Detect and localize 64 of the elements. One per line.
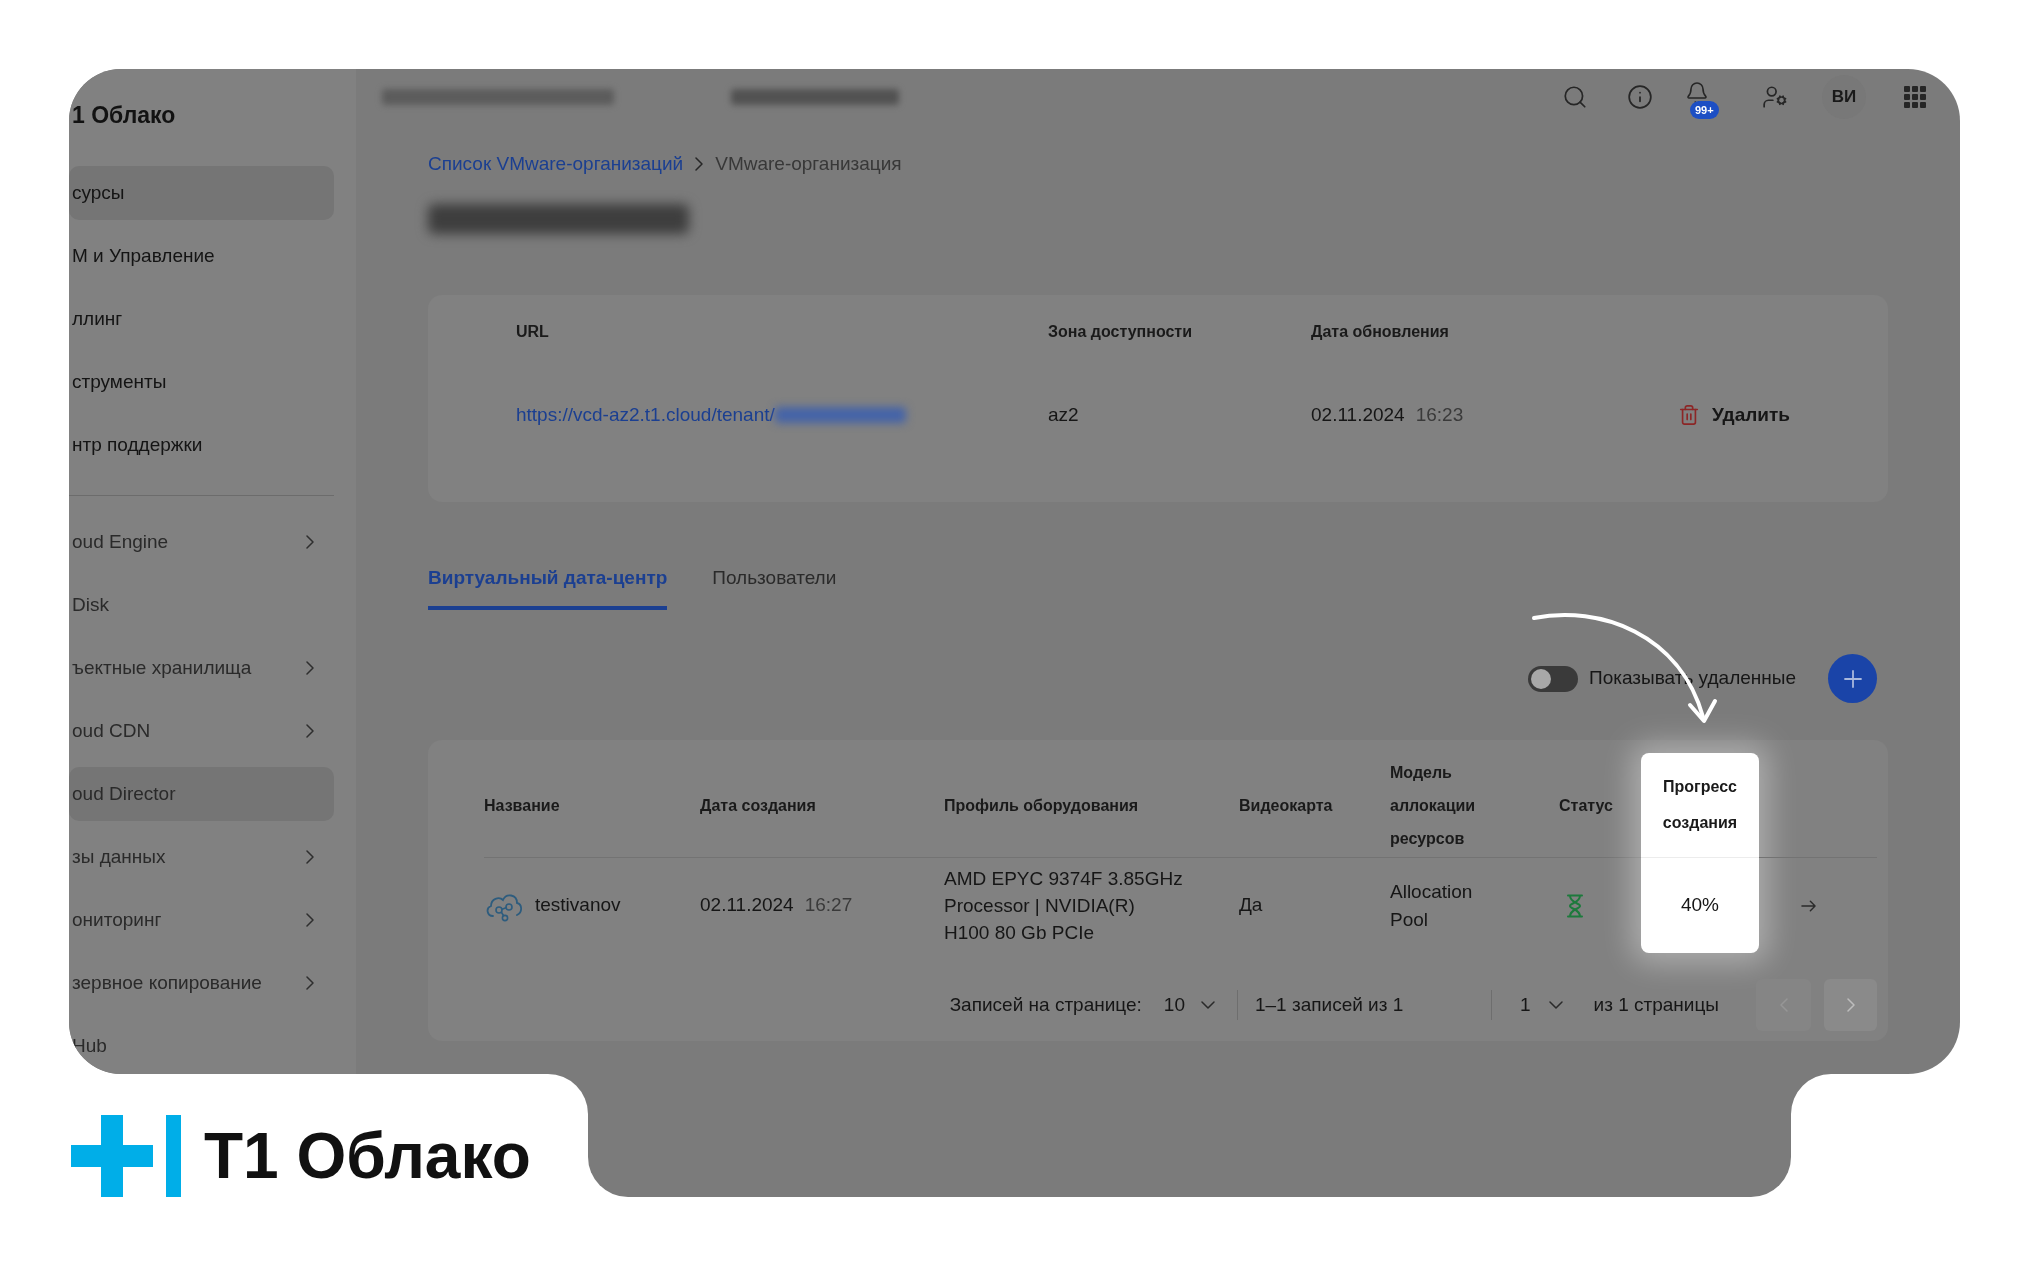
updated-date: 02.11.2024 xyxy=(1311,402,1405,427)
sidebar-title: 1 Облако xyxy=(71,101,177,130)
records-range: 1–1 записей из 1 xyxy=(1255,992,1404,1017)
info-icon xyxy=(1627,84,1653,110)
per-page-select[interactable]: 10 xyxy=(1163,990,1215,1020)
vdc-name: testivanov xyxy=(535,893,621,918)
tab[interactable]: Пользователи xyxy=(712,565,837,610)
per-page-label: Записей на странице: xyxy=(949,992,1142,1017)
column-header: Статус xyxy=(1559,795,1613,816)
arrow-right-icon[interactable] xyxy=(1801,899,1816,912)
chevron-down-icon xyxy=(1548,1001,1563,1009)
sidebar-item[interactable]: струменты xyxy=(69,355,334,409)
progress-value: 40% xyxy=(1681,893,1719,918)
chevron-down-icon xyxy=(1201,1001,1215,1009)
user-gear-icon xyxy=(1762,84,1788,110)
add-button[interactable] xyxy=(1828,654,1877,703)
sidebar-item[interactable]: oud CDN xyxy=(69,704,334,758)
sidebar-item[interactable]: oud Engine xyxy=(69,515,334,569)
sidebar-item[interactable]: М и Управление xyxy=(69,229,334,283)
toggle-switch[interactable] xyxy=(1528,665,1579,692)
sidebar-item[interactable]: ъектные хранилища xyxy=(69,641,334,695)
notifications-button[interactable]: 99+ xyxy=(1675,75,1719,119)
column-header: Прогресс создания xyxy=(1661,777,1739,833)
column-header: Профиль оборудования xyxy=(944,795,1139,816)
plus-icon xyxy=(1843,669,1862,688)
created-date: 02.11.2024 xyxy=(700,893,794,918)
search-icon xyxy=(1562,84,1588,110)
updated-time: 16:23 xyxy=(1415,402,1464,427)
sidebar-item[interactable]: ониторинг xyxy=(69,893,334,947)
sidebar-item[interactable]: ллинг xyxy=(69,292,334,346)
breadcrumb-current: VMware-организация xyxy=(715,151,902,176)
tab[interactable]: Виртуальный дата-центр xyxy=(428,565,668,610)
sidebar-item[interactable]: Disk xyxy=(69,578,334,632)
notification-badge: 99+ xyxy=(1690,101,1719,119)
sidebar-item[interactable]: oud Director xyxy=(69,767,334,821)
sidebar-item[interactable]: зы данных xyxy=(69,830,334,884)
dots-grid-icon xyxy=(1904,86,1926,108)
sidebar-item[interactable]: зервное копирование xyxy=(69,956,334,1010)
chevron-right-icon xyxy=(1846,998,1855,1012)
page-select[interactable]: 1 xyxy=(1520,990,1563,1020)
column-header: Дата создания xyxy=(700,795,816,816)
column-header: Видеокарта xyxy=(1239,795,1333,816)
breadcrumb-link[interactable]: Список VMware-организаций xyxy=(428,149,684,179)
column-header: Модель аллокации ресурсов xyxy=(1390,762,1477,849)
pages-label: из 1 страницы xyxy=(1593,992,1719,1017)
created-time: 16:27 xyxy=(804,893,853,918)
logo-text: T1 Облако xyxy=(204,1124,531,1188)
zone-value: az2 xyxy=(1048,402,1079,427)
sidebar-item[interactable]: сурсы xyxy=(69,166,334,220)
hardware-profile: AMD EPYC 9374F 3.85GHz Processor | NVIDIA(R) H100 80 Gb PCIe xyxy=(944,867,1183,945)
column-header: Зона доступности xyxy=(1048,322,1192,342)
gpu-value: Да xyxy=(1239,893,1263,918)
column-header: Дата обновления xyxy=(1311,322,1449,342)
trash-icon xyxy=(1678,404,1700,426)
sidebar-item[interactable]: Hub xyxy=(69,1019,334,1073)
column-header: URL xyxy=(516,322,549,342)
url-link[interactable]: https://vcd-az2.t1.cloud/tenant/ xyxy=(516,400,775,430)
user-avatar-button[interactable]: ВИ xyxy=(1822,75,1866,119)
delete-button[interactable]: Удалить xyxy=(1678,400,1790,430)
column-header: Название xyxy=(484,795,560,816)
sidebar-item[interactable]: нтр поддержки xyxy=(69,418,334,472)
logo-icon xyxy=(71,1115,181,1197)
allocation-model: Allocation Pool xyxy=(1390,879,1474,932)
chevron-right-icon xyxy=(695,157,704,171)
